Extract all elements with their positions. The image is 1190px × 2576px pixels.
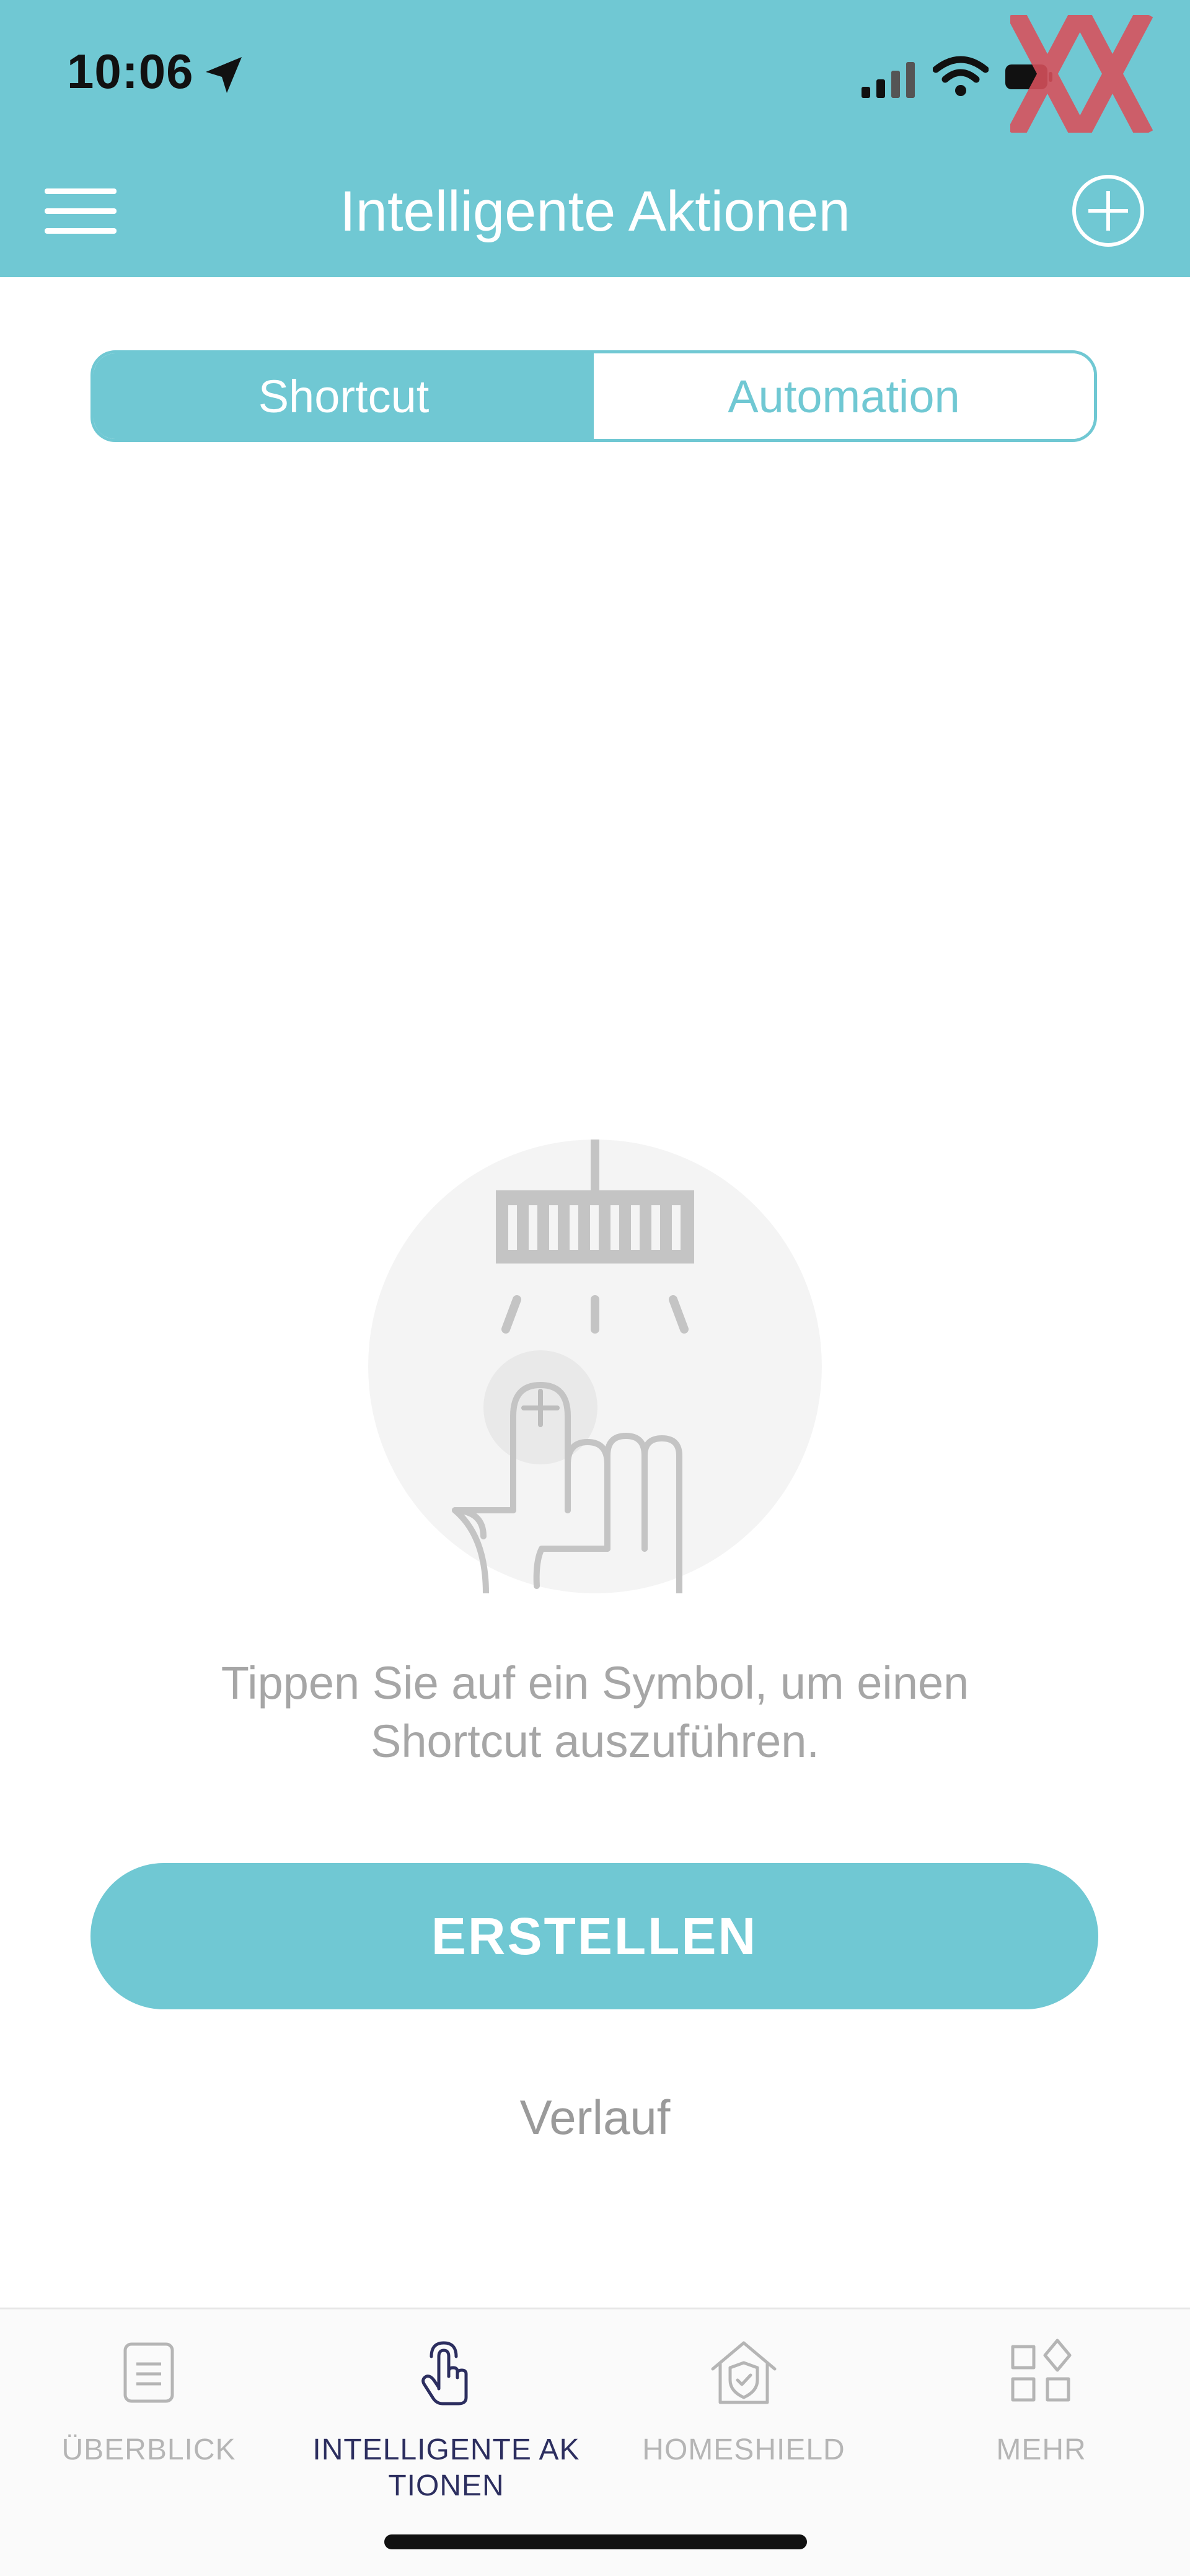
wifi-icon: [932, 55, 989, 101]
page-title: Intelligente Aktionen: [340, 180, 850, 243]
tab-smart-actions-label-line1: INTELLIGENTE AK: [312, 2433, 580, 2466]
hint-line-1: Tippen Sie auf ein Symbol, um einen: [221, 1657, 969, 1709]
tab-homeshield[interactable]: HOMESHIELD: [595, 2309, 892, 2533]
tab-shortcut[interactable]: Shortcut: [94, 353, 594, 439]
add-button[interactable]: [1071, 174, 1145, 248]
tab-more-label-line1: MEHR: [996, 2433, 1086, 2466]
tab-overview-label-line1: ÜBERBLICK: [61, 2433, 236, 2466]
status-time: 10:06: [67, 44, 194, 99]
tab-homeshield-label: HOMESHIELD: [595, 2432, 892, 2468]
tab-smart-actions-label-line2: TIONEN: [388, 2469, 505, 2502]
xx-watermark-logo: [1007, 8, 1153, 139]
status-icons: [862, 8, 1171, 139]
tab-overview[interactable]: ÜBERBLICK: [0, 2309, 298, 2533]
history-link[interactable]: Verlauf: [0, 2089, 1190, 2146]
hint-line-2: Shortcut auszuführen.: [371, 1715, 819, 1767]
location-arrow-icon: [203, 55, 244, 99]
tab-more-label: MEHR: [892, 2432, 1190, 2468]
app-header: 10:06 Intelligente Aktionen: [0, 0, 1190, 277]
tab-smart-actions[interactable]: INTELLIGENTE AK TIONEN: [298, 2309, 595, 2533]
tab-more[interactable]: MEHR: [892, 2309, 1190, 2533]
tab-overview-label: ÜBERBLICK: [0, 2432, 298, 2468]
tab-automation[interactable]: Automation: [594, 353, 1094, 439]
shortcut-illustration: [368, 1140, 822, 1596]
empty-state-hint: Tippen Sie auf ein Symbol, um einen Shor…: [99, 1654, 1091, 1771]
segmented-control: Shortcut Automation: [90, 350, 1097, 442]
tab-smart-actions-label: INTELLIGENTE AK TIONEN: [298, 2432, 595, 2504]
signal-icon: [862, 56, 923, 102]
tab-homeshield-label-line1: HOMESHIELD: [642, 2433, 845, 2466]
plus-circle-icon: [1071, 175, 1145, 250]
home-indicator: [384, 2534, 807, 2549]
create-button[interactable]: ERSTELLEN: [90, 1863, 1098, 2009]
